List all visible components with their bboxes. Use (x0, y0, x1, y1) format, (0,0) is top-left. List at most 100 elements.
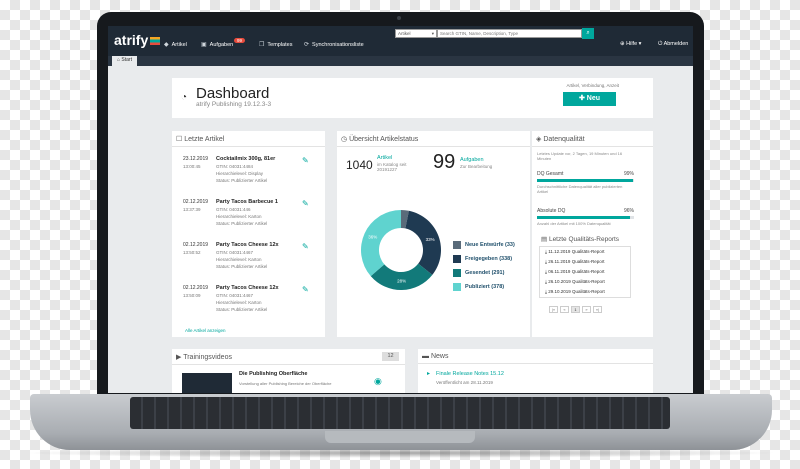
nav-item-templates[interactable]: ❐ Templates (259, 41, 292, 49)
panel-title: ▬ News (418, 349, 653, 364)
file-icon: ▤ (541, 236, 549, 243)
list-item[interactable]: 02.12.2019 13:37:39 Party Tacos Barbecue… (172, 199, 322, 241)
search-scope-select[interactable]: Artikel ▾ (395, 29, 437, 38)
all-articles-link[interactable]: Alle Artikel anzeigen (185, 328, 226, 333)
donut-slice-freigegeben[interactable] (405, 210, 441, 275)
donut-slice-publiziert[interactable] (361, 210, 401, 277)
play-icon[interactable]: ◉ (374, 376, 382, 387)
nav-item-synchronisationsliste[interactable]: ⟳ Synchronisationsliste (304, 41, 364, 49)
tasks-sub: Zur Bearbeitung (460, 164, 493, 169)
dq-absolute-row: Absolute DQ 96% (537, 208, 634, 214)
list-item[interactable]: 02.12.2019 13:50:09 Party Tacos Cheese 1… (172, 285, 322, 327)
search-button[interactable]: ⌕ (582, 28, 594, 39)
data-quality-panel: ◈ Datenqualität Letztes Update vor, 2 Ta… (532, 131, 653, 337)
video-count-badge: 12 (382, 352, 399, 361)
panel-title: ◷ Übersicht Artikelstatus (337, 131, 530, 147)
dq-absolute-bar (537, 216, 634, 219)
news-item-date: Veröffentlicht am 28.11.2019 (436, 380, 493, 385)
logout-link[interactable]: ⏻ Abmelden (658, 41, 688, 48)
sync-icon: ⟳ (304, 42, 310, 48)
dashboard-header: ◔ Dashboard atrify Publishing 19.12.3-3 … (172, 78, 653, 118)
edit-icon[interactable]: ✎ (302, 285, 309, 294)
news-panel: ▬ News ▸ Finale Release Notes 15.12 Verö… (418, 349, 653, 393)
video-title[interactable]: Die Publishing Oberfläche (239, 371, 307, 377)
atrify-logo[interactable]: atrify (114, 32, 161, 48)
chart-icon: ◷ (341, 136, 350, 143)
tag-icon: ◆ (164, 42, 169, 48)
panel-title: ☐ Letzte Artikel (172, 131, 325, 147)
donut-data-label: 33% (426, 237, 435, 242)
tasks-label[interactable]: Aufgaben (460, 157, 484, 163)
report-link[interactable]: ⤓ 11.12.2019 Qualitäts-Report (545, 249, 604, 254)
news-icon: ▬ (422, 353, 431, 360)
articles-sub: im Katalog seit 20191227 (377, 162, 407, 172)
page-subtitle: atrify Publishing 19.12.3-3 (196, 101, 272, 108)
donut-data-label: 28% (397, 278, 406, 283)
nav-item-aufgaben[interactable]: ▣ Aufgaben (201, 41, 233, 49)
edit-icon[interactable]: ✎ (302, 156, 309, 165)
legend-swatch (453, 255, 461, 263)
legend-swatch (453, 269, 461, 277)
legend-item: Neue Entwürfe (33) (453, 241, 515, 249)
copy-icon: ❐ (259, 42, 265, 48)
chevron-down-icon: ▾ (431, 31, 434, 36)
legend-item: Freigegeben (338) (453, 255, 512, 263)
tasks-badge: 99 (234, 38, 246, 43)
search-input[interactable]: Search GTIN, Name, Description, Type (437, 29, 582, 38)
dq-absolute-fill (537, 216, 631, 219)
dashboard-icon: ◔ (181, 92, 188, 103)
report-link[interactable]: ⤓ 29.10.2019 Qualitäts-Report (545, 289, 605, 294)
nav-item-artikel[interactable]: ◆ Artikel (164, 41, 187, 49)
recent-articles-panel: ☐ Letzte Artikel 23.12.2019 13:00:45 Coc… (172, 131, 325, 337)
panel-title: ▶ Trainingsvideos (172, 349, 405, 365)
arrow-right-icon: ▸ (427, 371, 431, 377)
laptop-screen: atrify ◆ Artikel ▣ Aufgaben 99 ❐ Templates … (108, 26, 693, 393)
help-menu[interactable]: ⊕ Hilfe ▾ (620, 41, 641, 47)
pager-next[interactable]: » (582, 306, 591, 313)
pager-last[interactable]: »| (593, 306, 602, 313)
quality-note: Letztes Update vor, 2 Tagen, 19 Minuten … (537, 151, 623, 161)
pager-first[interactable]: |« (549, 306, 558, 313)
list-item[interactable]: 02.12.2019 13:50:52 Party Tacos Cheese 1… (172, 242, 322, 284)
new-hint-text: Artikel, Verbindung, Anzeit (566, 83, 619, 88)
news-item-title[interactable]: Finale Release Notes 15.12 (436, 371, 504, 377)
tab-start[interactable]: ⌂ Start (112, 56, 137, 66)
inbox-icon: ▣ (201, 42, 207, 48)
video-description: Vorstellung aller Publishing Bereiche de… (239, 381, 332, 386)
list-item[interactable]: 23.12.2019 13:00:45 Cocktailmix 300g, 81… (172, 156, 322, 198)
new-button[interactable]: ✚ Neu (563, 92, 616, 106)
legend-swatch (453, 283, 461, 291)
panel-title: ◈ Datenqualität (532, 131, 653, 147)
article-status-panel: ◷ Übersicht Artikelstatus 1040 Artikel i… (337, 131, 530, 337)
dq-absolute-note: Anzahl der Artikel mit 100% Datenqualitä… (537, 221, 611, 226)
pager-prev[interactable]: « (560, 306, 569, 313)
training-videos-panel: ▶ Trainingsvideos 12 Die Publishing Ober… (172, 349, 405, 393)
reports-title: ▤ Letzte Qualitäts-Reports (541, 236, 620, 243)
video-thumbnail[interactable] (182, 373, 232, 393)
tab-bar (108, 56, 693, 66)
pager-page-1[interactable]: 1 (571, 306, 580, 313)
plus-icon: ✚ (578, 95, 587, 102)
edit-icon[interactable]: ✎ (302, 199, 309, 208)
report-link[interactable]: ⤓ 26.10.2019 Qualitäts-Report (545, 279, 605, 284)
camera-icon (397, 16, 401, 20)
legend-item: Publiziert (378) (453, 283, 504, 291)
tasks-count: 99 (433, 151, 456, 173)
dq-total-bar (537, 179, 634, 182)
reports-list: ⤓ 11.12.2019 Qualitäts-Report ⤓ 26.11.20… (539, 246, 631, 298)
legend-swatch (453, 241, 461, 249)
articles-count: 1040 (346, 158, 373, 172)
page-title: Dashboard (196, 85, 270, 102)
logo-mark-icon (150, 37, 161, 45)
articles-label[interactable]: Artikel (377, 155, 392, 161)
legend-item: Gesendet (291) (453, 269, 504, 277)
status-donut-chart: 33% 28% 36% (361, 210, 441, 290)
list-icon: ☐ (176, 136, 185, 143)
edit-icon[interactable]: ✎ (302, 242, 309, 251)
report-link[interactable]: ⤓ 06.11.2019 Qualitäts-Report (545, 269, 604, 274)
dq-total-row: DQ Gesamt 99% (537, 171, 634, 177)
search-icon: ⌕ (586, 30, 590, 36)
report-link[interactable]: ⤓ 26.11.2019 Qualitäts-Report (545, 259, 604, 264)
laptop-trackpad (325, 431, 475, 443)
dq-total-fill (537, 179, 634, 182)
